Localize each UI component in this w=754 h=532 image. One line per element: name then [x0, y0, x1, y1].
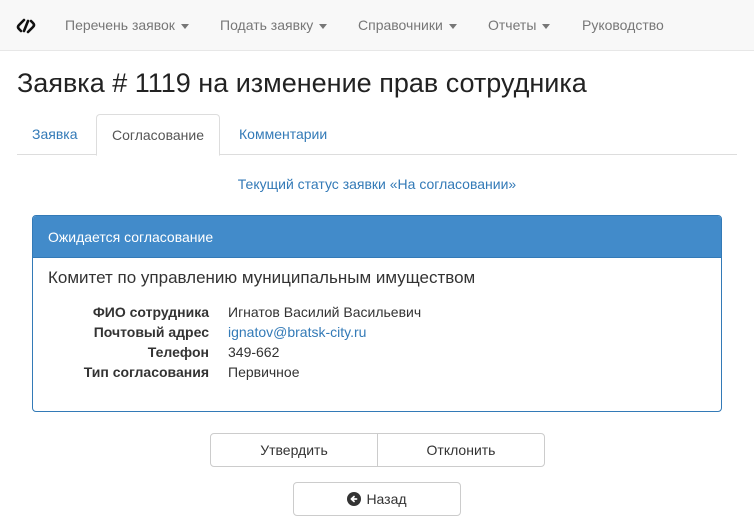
field-label: Телефон: [147, 344, 209, 360]
nav-item-requests-list[interactable]: Перечень заявок: [65, 0, 189, 50]
panel-heading: Ожидается согласование: [33, 216, 721, 258]
back-button-label: Назад: [366, 491, 407, 507]
field-row-phone: Телефон 349-662: [33, 342, 721, 362]
tab-request[interactable]: Заявка: [17, 114, 92, 155]
field-label: Почтовый адрес: [93, 324, 209, 340]
logo-icon[interactable]: [16, 16, 36, 36]
nav-item-label: Подать заявку: [220, 17, 314, 33]
field-value: Игнатов Василий Васильевич: [228, 304, 422, 320]
nav-item-label: Перечень заявок: [65, 17, 175, 33]
nav-item-label: Руководство: [582, 17, 664, 33]
organization-name: Комитет по управлению муниципальным имущ…: [48, 268, 476, 287]
field-row-email: Почтовый адрес ignatov@bratsk-city.ru: [33, 322, 721, 342]
circle-arrow-left-icon: [347, 492, 362, 506]
email-link[interactable]: ignatov@bratsk-city.ru: [228, 322, 366, 342]
field-row-approval-type: Тип согласования Первичное: [33, 362, 721, 382]
reject-button[interactable]: Отклонить: [377, 433, 545, 467]
field-label: Тип согласования: [83, 364, 209, 380]
back-button[interactable]: Назад: [293, 482, 461, 516]
tab-bar: Заявка Согласование Комментарии: [17, 114, 737, 156]
page-title: Заявка # 1119 на изменение прав сотрудни…: [17, 68, 587, 98]
nav-item-submit-request[interactable]: Подать заявку: [220, 0, 328, 50]
nav-item-manual[interactable]: Руководство: [582, 0, 664, 50]
caret-down-icon: [180, 23, 189, 29]
nav-item-label: Отчеты: [488, 17, 537, 33]
caret-down-icon: [448, 23, 457, 29]
tab-comments[interactable]: Комментарии: [224, 114, 342, 155]
approve-button[interactable]: Утвердить: [210, 433, 378, 467]
field-row-fullname: ФИО сотрудника Игнатов Василий Васильеви…: [33, 302, 721, 322]
field-label: ФИО сотрудника: [92, 304, 209, 320]
request-status-text: Текущий статус заявки «На согласовании»: [237, 176, 517, 192]
nav-item-directories[interactable]: Справочники: [358, 0, 457, 50]
caret-down-icon: [319, 23, 328, 29]
caret-down-icon: [542, 23, 551, 29]
nav-item-reports[interactable]: Отчеты: [488, 0, 551, 50]
tab-approval[interactable]: Согласование: [96, 114, 220, 156]
navbar: Перечень заявок Подать заявку Справочник…: [0, 0, 754, 51]
nav-item-label: Справочники: [358, 17, 443, 33]
field-value: 349-662: [228, 344, 280, 360]
approval-panel: Ожидается согласование Комитет по управл…: [32, 215, 722, 412]
field-value: Первичное: [228, 364, 300, 380]
